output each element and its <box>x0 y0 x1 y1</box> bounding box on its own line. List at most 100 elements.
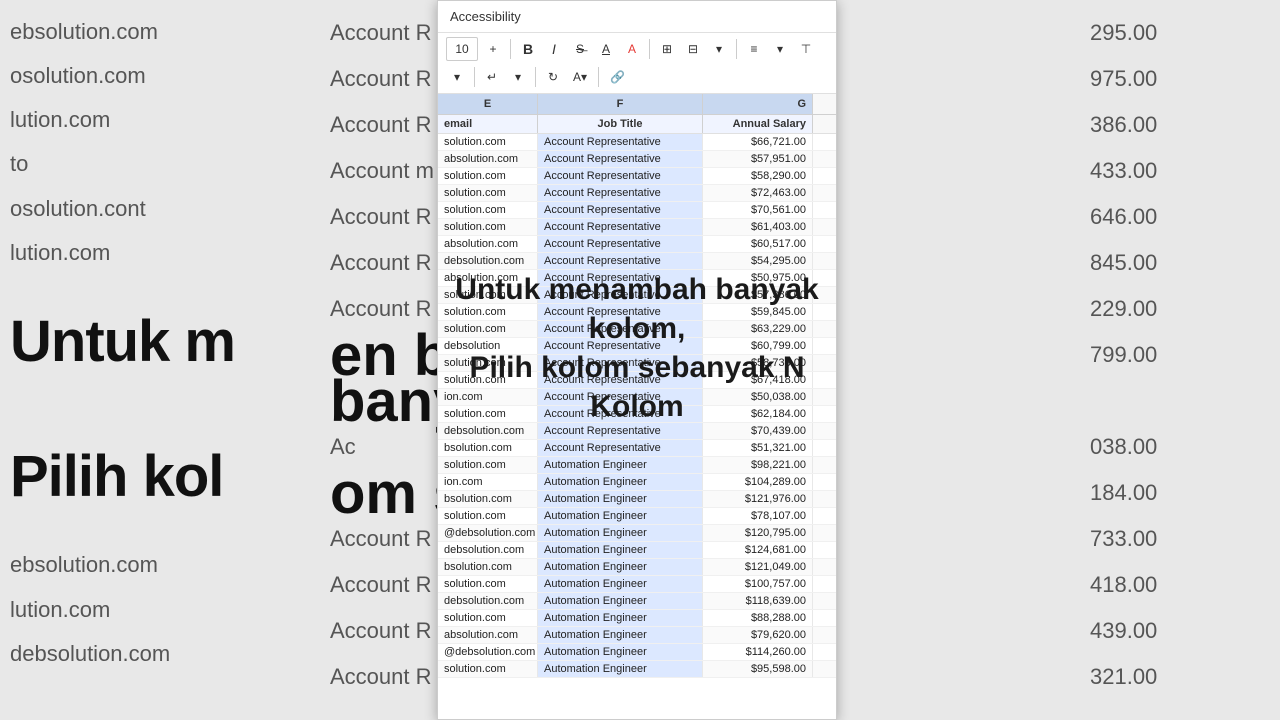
salary-cell[interactable]: $51,321.00 <box>703 440 813 456</box>
email-cell[interactable]: solution.com <box>438 406 538 422</box>
salary-cell[interactable]: $114,260.00 <box>703 644 813 660</box>
email-cell[interactable]: absolution.com <box>438 151 538 167</box>
salary-cell[interactable]: $70,439.00 <box>703 423 813 439</box>
salary-cell[interactable]: $63,229.00 <box>703 321 813 337</box>
email-cell[interactable]: solution.com <box>438 372 538 388</box>
salary-cell[interactable]: $121,049.00 <box>703 559 813 575</box>
email-cell[interactable]: debsolution <box>438 338 538 354</box>
job-title-cell[interactable]: Account Representative <box>538 372 703 388</box>
email-cell[interactable]: absolution.com <box>438 236 538 252</box>
email-cell[interactable]: absolution.com <box>438 627 538 643</box>
job-title-cell[interactable]: Account Representative <box>538 236 703 252</box>
salary-cell[interactable]: $121,976.00 <box>703 491 813 507</box>
job-title-cell[interactable]: Account Representative <box>538 440 703 456</box>
email-cell[interactable]: debsolution.com <box>438 542 538 558</box>
salary-cell[interactable]: $79,620.00 <box>703 627 813 643</box>
job-title-cell[interactable]: Account Representative <box>538 389 703 405</box>
text-rotate-button[interactable]: ↻ <box>542 65 564 89</box>
email-cell[interactable]: solution.com <box>438 287 538 303</box>
email-cell[interactable]: solution.com <box>438 185 538 201</box>
email-cell[interactable]: @debsolution.com <box>438 525 538 541</box>
salary-cell[interactable]: $78,107.00 <box>703 508 813 524</box>
salary-cell[interactable]: $70,561.00 <box>703 202 813 218</box>
col-g-header[interactable]: G <box>703 94 813 114</box>
salary-cell[interactable]: $67,418.00 <box>703 372 813 388</box>
job-title-cell[interactable]: Automation Engineer <box>538 525 703 541</box>
salary-cell[interactable]: $118,639.00 <box>703 593 813 609</box>
email-cell[interactable]: solution.com <box>438 661 538 677</box>
job-title-cell[interactable]: Automation Engineer <box>538 661 703 677</box>
email-cell[interactable]: solution.com <box>438 219 538 235</box>
email-cell[interactable]: absolution.com <box>438 270 538 286</box>
salary-cell[interactable]: $60,517.00 <box>703 236 813 252</box>
valign-dropdown[interactable]: ▾ <box>446 65 468 89</box>
bold-button[interactable]: B <box>517 37 539 61</box>
job-title-cell[interactable]: Automation Engineer <box>538 627 703 643</box>
salary-cell[interactable]: $50,975.00 <box>703 270 813 286</box>
email-cell[interactable]: bsolution.com <box>438 559 538 575</box>
email-cell[interactable]: debsolution.com <box>438 423 538 439</box>
salary-cell[interactable]: $50,038.00 <box>703 389 813 405</box>
salary-cell[interactable]: $104,289.00 <box>703 474 813 490</box>
job-title-cell[interactable]: Automation Engineer <box>538 474 703 490</box>
job-title-cell[interactable]: Account Representative <box>538 270 703 286</box>
font-size-input[interactable] <box>446 37 478 61</box>
email-cell[interactable]: debsolution.com <box>438 593 538 609</box>
salary-cell[interactable]: $54,295.00 <box>703 253 813 269</box>
salary-cell[interactable]: $60,799.00 <box>703 338 813 354</box>
salary-cell[interactable]: $59,845.00 <box>703 304 813 320</box>
job-title-cell[interactable]: Account Representative <box>538 202 703 218</box>
job-title-cell[interactable]: Automation Engineer <box>538 508 703 524</box>
job-title-cell[interactable]: Account Representative <box>538 406 703 422</box>
salary-cell[interactable]: $120,795.00 <box>703 525 813 541</box>
salary-cell[interactable]: $88,288.00 <box>703 610 813 626</box>
salary-cell[interactable]: $124,681.00 <box>703 542 813 558</box>
salary-cell[interactable]: $62,184.00 <box>703 406 813 422</box>
merge-button[interactable]: ⊟ <box>682 37 704 61</box>
job-title-cell[interactable]: Automation Engineer <box>538 491 703 507</box>
email-cell[interactable]: ion.com <box>438 389 538 405</box>
email-cell[interactable]: solution.com <box>438 321 538 337</box>
align-button[interactable]: ≡ <box>743 37 765 61</box>
job-title-cell[interactable]: Account Representative <box>538 321 703 337</box>
salary-cell[interactable]: $58,733.00 <box>703 355 813 371</box>
job-title-cell[interactable]: Automation Engineer <box>538 559 703 575</box>
job-title-cell[interactable]: Automation Engineer <box>538 457 703 473</box>
salary-cell[interactable]: $72,463.00 <box>703 185 813 201</box>
email-cell[interactable]: solution.com <box>438 508 538 524</box>
merge-dropdown[interactable]: ▾ <box>708 37 730 61</box>
job-title-cell[interactable]: Account Representative <box>538 134 703 150</box>
salary-cell[interactable]: $98,221.00 <box>703 457 813 473</box>
email-cell[interactable]: solution.com <box>438 576 538 592</box>
align-dropdown[interactable]: ▾ <box>769 37 791 61</box>
job-title-cell[interactable]: Account Representative <box>538 287 703 303</box>
email-cell[interactable]: debsolution.com <box>438 253 538 269</box>
salary-cell[interactable]: $95,598.00 <box>703 661 813 677</box>
text-wrap-button[interactable]: ↵ <box>481 65 503 89</box>
job-title-cell[interactable]: Account Representative <box>538 338 703 354</box>
text-wrap-dropdown[interactable]: ▾ <box>507 65 529 89</box>
email-cell[interactable]: solution.com <box>438 610 538 626</box>
job-title-cell[interactable]: Automation Engineer <box>538 610 703 626</box>
email-cell[interactable]: @debsolution.com <box>438 644 538 660</box>
email-cell[interactable]: solution.com <box>438 168 538 184</box>
valign-button[interactable]: ⊤ <box>795 37 817 61</box>
borders-button[interactable]: ⊞ <box>656 37 678 61</box>
job-title-cell[interactable]: Account Representative <box>538 304 703 320</box>
salary-cell[interactable]: $66,721.00 <box>703 134 813 150</box>
email-cell[interactable]: solution.com <box>438 457 538 473</box>
job-title-cell[interactable]: Account Representative <box>538 219 703 235</box>
font-size-plus-button[interactable]: + <box>482 37 504 61</box>
font-color-button[interactable]: A <box>621 37 643 61</box>
col-e-header[interactable]: E <box>438 94 538 114</box>
job-title-cell[interactable]: Account Representative <box>538 423 703 439</box>
link-button[interactable]: 🔗 <box>605 65 630 89</box>
italic-button[interactable]: I <box>543 37 565 61</box>
strikethrough-button[interactable]: S̶ <box>569 37 591 61</box>
salary-cell[interactable]: $58,290.00 <box>703 168 813 184</box>
email-cell[interactable]: solution.com <box>438 304 538 320</box>
job-title-cell[interactable]: Automation Engineer <box>538 644 703 660</box>
job-title-cell[interactable]: Automation Engineer <box>538 542 703 558</box>
salary-cell[interactable]: $57,951.00 <box>703 151 813 167</box>
email-cell[interactable]: bsolution.com <box>438 440 538 456</box>
